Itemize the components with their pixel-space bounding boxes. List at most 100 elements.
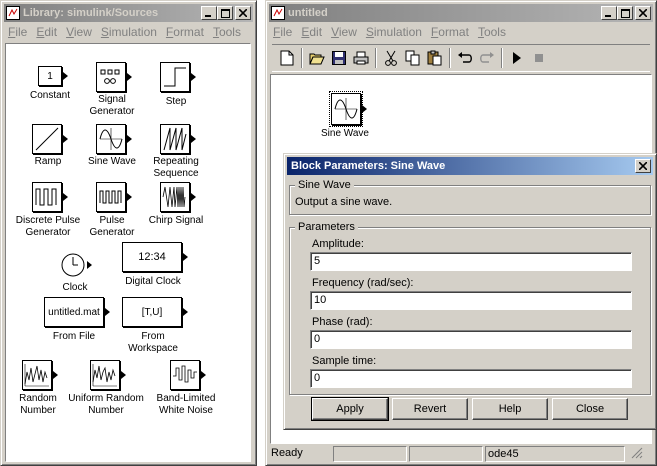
sine-wave-block[interactable]: Sine Wave	[88, 124, 136, 174]
chirp-signal-label: Chirp Signal	[148, 215, 204, 226]
pulse-generator-icon	[99, 190, 122, 204]
output-port-icon	[121, 371, 126, 379]
library-canvas: 1 Constant Signal Generator Step Ramp Si…	[5, 43, 251, 462]
model-title: untitled	[288, 7, 328, 19]
amplitude-field[interactable]: 5	[310, 252, 632, 271]
step-icon	[164, 67, 186, 87]
model-menubar: File Edit View Simulation Format Tools	[269, 23, 653, 41]
parameters-group-title: Parameters	[295, 221, 358, 233]
minimize-button[interactable]	[201, 6, 217, 20]
from-workspace-label: From Workspace	[128, 331, 178, 354]
menu-format[interactable]: Format	[166, 25, 204, 39]
undo-icon[interactable]	[454, 47, 476, 69]
discrete-pulse-label: Discrete Pulse Generator	[15, 215, 81, 238]
menu-file[interactable]: File	[8, 25, 27, 39]
output-port-icon	[183, 253, 188, 261]
new-model-icon[interactable]	[276, 47, 298, 69]
save-icon[interactable]	[328, 47, 350, 69]
from-file-block[interactable]: untitled.mat From File	[44, 297, 114, 347]
sine-wave-icon	[334, 98, 358, 120]
menu-edit[interactable]: Edit	[301, 25, 322, 39]
repeating-sequence-block[interactable]: Repeating Sequence	[153, 124, 199, 184]
signal-generator-block[interactable]: Signal Generator	[89, 62, 135, 122]
pulse-generator-block[interactable]: Pulse Generator	[89, 182, 135, 242]
block-parameters-dialog: Block Parameters: Sine Wave Sine Wave Ou…	[283, 153, 657, 430]
signal-generator-icon	[100, 69, 120, 84]
start-simulation-icon[interactable]	[506, 47, 528, 69]
block-group-title: Sine Wave	[295, 179, 354, 191]
close-dialog-button[interactable]: Close	[552, 398, 628, 420]
help-button[interactable]: Help	[472, 398, 548, 420]
chirp-signal-box	[160, 182, 190, 212]
chirp-signal-block[interactable]: Chirp Signal	[149, 182, 203, 232]
dialog-close-button[interactable]	[635, 159, 651, 173]
band-limited-noise-box	[170, 360, 200, 390]
model-titlebar[interactable]: untitled	[269, 4, 653, 22]
simulink-app-icon	[271, 6, 285, 20]
redo-icon[interactable]	[476, 47, 498, 69]
menu-tools[interactable]: Tools	[213, 25, 241, 39]
random-number-block[interactable]: Random Number	[18, 360, 58, 420]
ramp-block[interactable]: Ramp	[28, 124, 68, 174]
menu-format[interactable]: Format	[431, 25, 469, 39]
status-field-1	[333, 446, 407, 462]
clock-icon	[61, 253, 85, 277]
menu-simulation[interactable]: Simulation	[366, 25, 422, 39]
menu-view[interactable]: View	[331, 25, 357, 39]
output-port-icon	[63, 193, 68, 201]
menu-edit[interactable]: Edit	[36, 25, 57, 39]
maximize-button[interactable]	[617, 6, 633, 20]
menu-simulation[interactable]: Simulation	[101, 25, 157, 39]
output-port-icon	[63, 135, 68, 143]
phase-field[interactable]: 0	[310, 330, 632, 349]
parameters-group: Parameters Amplitude: 5 Frequency (rad/s…	[289, 221, 651, 395]
close-button[interactable]	[635, 6, 651, 20]
paste-icon[interactable]	[424, 47, 446, 69]
clock-block[interactable]: Clock	[54, 250, 104, 293]
library-titlebar[interactable]: Library: simulink/Sources	[4, 4, 253, 22]
revert-button[interactable]: Revert	[392, 398, 468, 420]
frequency-field[interactable]: 10	[310, 291, 632, 310]
apply-button[interactable]: Apply	[311, 397, 389, 421]
from-workspace-box: [T,U]	[122, 297, 182, 327]
status-solver: ode45	[485, 446, 625, 462]
stop-simulation-icon[interactable]	[528, 47, 550, 69]
discrete-pulse-icon	[35, 188, 57, 206]
step-block[interactable]: Step	[156, 62, 196, 122]
dialog-titlebar[interactable]: Block Parameters: Sine Wave	[287, 157, 653, 175]
model-sine-wave-block[interactable]: Sine Wave	[321, 91, 387, 153]
model-statusbar: Ready ode45	[269, 445, 653, 463]
menu-tools[interactable]: Tools	[478, 25, 506, 39]
close-button[interactable]	[235, 6, 251, 20]
minimize-button[interactable]	[601, 6, 617, 20]
print-icon[interactable]	[350, 47, 372, 69]
from-workspace-block[interactable]: [T,U] From Workspace	[118, 297, 188, 357]
clock-box	[60, 252, 86, 281]
discrete-pulse-block[interactable]: Discrete Pulse Generator	[16, 182, 80, 242]
digital-clock-block[interactable]: 12:34 Digital Clock	[118, 242, 188, 292]
output-port-icon	[127, 73, 132, 81]
cut-icon[interactable]	[380, 47, 402, 69]
signal-generator-label: Signal Generator	[89, 94, 135, 117]
sine-wave-label: Sine Wave	[88, 156, 136, 167]
output-port-icon	[127, 193, 132, 201]
menu-file[interactable]: File	[273, 25, 292, 39]
menu-view[interactable]: View	[66, 25, 92, 39]
resize-grip-icon[interactable]	[631, 447, 643, 462]
status-ready: Ready	[271, 447, 303, 459]
simulink-app-icon	[6, 6, 20, 20]
open-icon[interactable]	[306, 47, 328, 69]
copy-icon[interactable]	[402, 47, 424, 69]
sample-time-field[interactable]: 0	[310, 369, 632, 388]
sine-wave-box	[96, 124, 126, 154]
maximize-button[interactable]	[217, 6, 233, 20]
uniform-random-block[interactable]: Uniform Random Number	[68, 360, 144, 420]
band-limited-noise-block[interactable]: Band-Limited White Noise	[157, 360, 215, 420]
output-port-icon	[362, 105, 367, 113]
model-sine-wave-box	[329, 91, 363, 127]
toolbar-separator	[449, 48, 451, 68]
output-port-icon	[183, 308, 188, 316]
output-port-icon	[53, 371, 58, 379]
sample-time-label: Sample time:	[312, 355, 377, 367]
repeating-sequence-label: Repeating Sequence	[153, 156, 199, 179]
